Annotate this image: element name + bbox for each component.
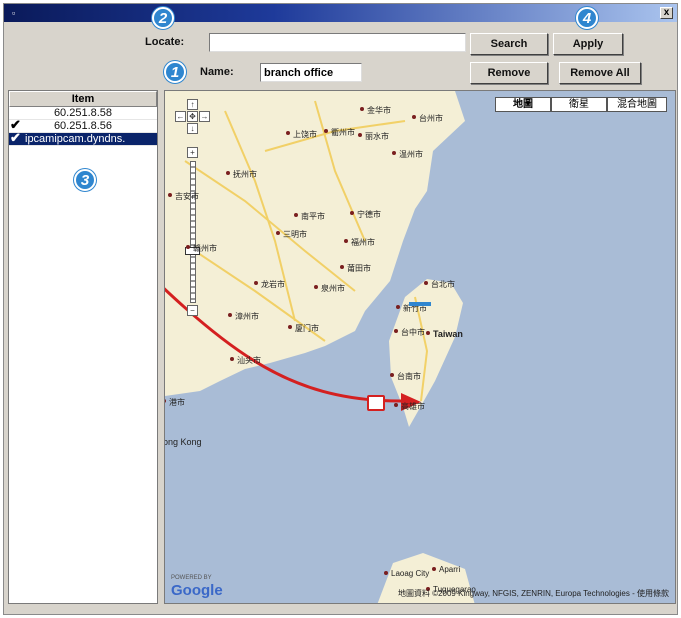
list-item-label: 60.251.8.58 xyxy=(53,107,113,119)
map-attribution: 地圖資料 ©2009 Kingway, NFGIS, ZENRIN, Europ… xyxy=(397,589,669,598)
map-label: 福州市 xyxy=(344,238,375,247)
step-badge-2: 2 xyxy=(152,7,174,29)
pan-center-icon[interactable]: ✥ xyxy=(187,111,198,122)
location-list: Item 60.251.8.58 ✔ 60.251.8.56 ✔ ipcamip… xyxy=(8,90,158,604)
map-label: 莆田市 xyxy=(340,264,371,273)
list-item[interactable]: ✔ 60.251.8.56 xyxy=(9,118,157,133)
check-icon: ✔ xyxy=(10,130,21,145)
location-marker-icon xyxy=(409,302,431,306)
map-type-map[interactable]: 地圖 xyxy=(495,97,551,112)
map-label: 抚州市 xyxy=(226,170,257,179)
search-button[interactable]: Search xyxy=(470,33,548,55)
map-label: 高雄市 xyxy=(394,402,425,411)
name-label: Name: xyxy=(200,66,234,78)
list-header-item[interactable]: Item xyxy=(9,91,157,107)
map-label: 龙岩市 xyxy=(254,280,285,289)
map-label: 三明市 xyxy=(276,230,307,239)
map-label: 台北市 xyxy=(424,280,455,289)
zoom-in-icon[interactable]: + xyxy=(187,147,198,158)
step-badge-1: 1 xyxy=(164,61,186,83)
list-item-selected[interactable]: ✔ ipcamipcam.dyndns. xyxy=(9,130,157,146)
map-label: 衢州市 xyxy=(324,128,355,137)
map-label: 漳州市 xyxy=(228,312,259,321)
map-terrain xyxy=(165,91,475,603)
powered-by-label: POWERED BY xyxy=(171,575,212,581)
name-input[interactable] xyxy=(260,63,362,82)
map-label: 泉州市 xyxy=(314,284,345,293)
map-label: 上饶市 xyxy=(286,130,317,139)
map-label: Taiwan xyxy=(426,329,463,339)
list-item[interactable]: 60.251.8.58 xyxy=(9,107,157,120)
apply-button[interactable]: Apply xyxy=(553,33,623,55)
window-icon: ▫ xyxy=(12,8,16,18)
list-item-label: 60.251.8.56 xyxy=(53,120,113,132)
camera-marker-icon[interactable] xyxy=(367,395,385,411)
pan-up-icon[interactable]: ↑ xyxy=(187,99,198,110)
pan-right-icon[interactable]: → xyxy=(199,111,210,122)
map-label: 南平市 xyxy=(294,212,325,221)
map-label: 宁德市 xyxy=(350,210,381,219)
remove-button[interactable]: Remove xyxy=(470,62,548,84)
locate-label: Locate: xyxy=(145,36,185,48)
map-label: 台南市 xyxy=(390,372,421,381)
map-label: 吉安市 xyxy=(168,192,199,201)
google-map[interactable]: 地圖 衛星 混合地圖 ↑ ← ✥ → ↓ + − 金华市 台州市 上饶市 衢州市… xyxy=(164,90,676,604)
map-label: 金华市 xyxy=(360,106,391,115)
pan-down-icon[interactable]: ↓ xyxy=(187,123,198,134)
map-locator-window: ▫ x Locate: Search Apply Name: Remove Re… xyxy=(3,3,678,615)
remove-all-button[interactable]: Remove All xyxy=(559,62,641,84)
map-type-satellite[interactable]: 衛星 xyxy=(551,97,607,112)
pan-left-icon[interactable]: ← xyxy=(175,111,186,122)
map-label: 丽水市 xyxy=(358,132,389,141)
map-label: 赣州市 xyxy=(186,244,217,253)
step-badge-4: 4 xyxy=(576,7,598,29)
map-label: 厦门市 xyxy=(288,324,319,333)
close-button[interactable]: x xyxy=(660,7,673,19)
locate-input[interactable] xyxy=(209,33,466,52)
map-label: 汕头市 xyxy=(230,356,261,365)
google-logo: Google xyxy=(171,582,223,599)
map-type-hybrid[interactable]: 混合地圖 xyxy=(607,97,667,112)
map-label: Aparri xyxy=(431,565,461,574)
map-label: Laoag City xyxy=(383,569,430,578)
zoom-slider-track[interactable] xyxy=(190,161,196,303)
map-label: 台州市 xyxy=(412,114,443,123)
zoom-out-icon[interactable]: − xyxy=(187,305,198,316)
list-item-label: ipcamipcam.dyndns. xyxy=(25,133,126,145)
map-label: 台中市 xyxy=(394,328,425,337)
map-label: 港市 xyxy=(165,398,185,407)
step-badge-3: 3 xyxy=(74,169,96,191)
map-label: ong Kong xyxy=(164,437,202,447)
map-label: 温州市 xyxy=(392,150,423,159)
